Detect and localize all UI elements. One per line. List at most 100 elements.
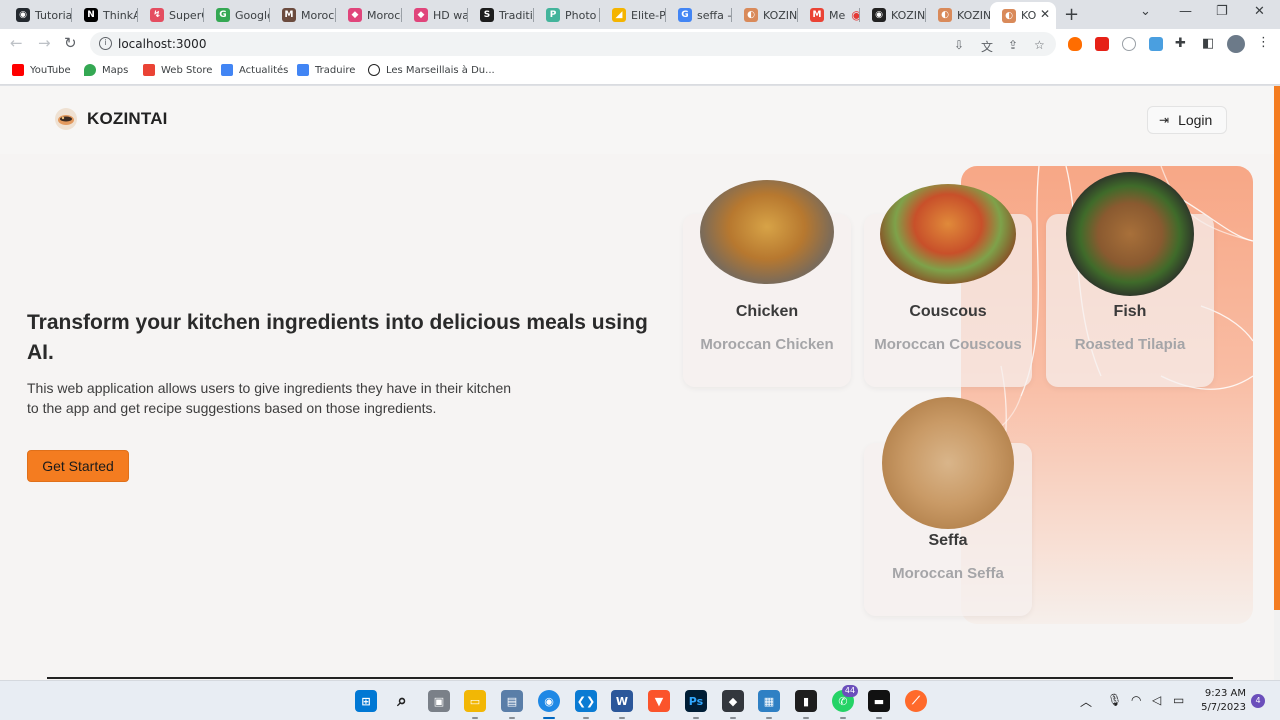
tray-overflow-icon[interactable]: ︿ (1080, 693, 1092, 710)
recipe-card-seffa[interactable]: Seffa Moroccan Seffa (864, 397, 1032, 616)
forward-icon[interactable]: → (38, 34, 51, 52)
web-store-icon (143, 64, 155, 76)
page-icon: P (546, 8, 560, 22)
recipe-dish: Moroccan Chicken (700, 336, 834, 353)
system-clock[interactable]: 9:23 AM 5/7/2023 (1196, 687, 1246, 715)
brave-icon[interactable]: ▼ (648, 690, 670, 712)
extension-icon[interactable] (1149, 37, 1163, 51)
chrome-icon[interactable]: ◉ (538, 690, 560, 712)
page-icon: ◆ (348, 8, 362, 22)
tab-label: KO (1021, 9, 1037, 22)
extension-icon[interactable] (1122, 37, 1136, 51)
bookmark-traduire[interactable]: Traduire (297, 64, 355, 76)
postman-icon[interactable]: ⟋ (905, 690, 927, 712)
photos-app-icon[interactable]: ▤ (501, 690, 523, 712)
tab-label: Me (829, 8, 846, 22)
bookmarks-bar: YouTube Maps Web Store Actualités Tradui… (0, 59, 1280, 85)
search-icon[interactable]: ⌕ (391, 690, 413, 712)
tab[interactable]: ◉ KOZINT (860, 4, 926, 26)
bookmark-actualites[interactable]: Actualités (221, 64, 288, 76)
login-label: Login (1178, 112, 1213, 128)
tab[interactable]: M Morocc (270, 4, 336, 26)
page-icon: M (282, 8, 296, 22)
tab[interactable]: ◢ Elite-Pr (600, 4, 666, 26)
page-scrollbar[interactable] (1274, 86, 1280, 680)
tab-search-icon[interactable]: ⌄ (1140, 4, 1151, 19)
address-bar[interactable]: i localhost:3000 ⇩ 文 ⇪ ☆ (90, 32, 1056, 56)
bookmark-label: YouTube (30, 64, 71, 76)
volume-icon[interactable]: ◁ (1152, 693, 1161, 707)
translate-icon (297, 64, 309, 76)
recipe-card-fish[interactable]: Fish Roasted Tilapia (1046, 172, 1214, 387)
tab[interactable]: N ThinkA (72, 4, 138, 26)
minimize-icon[interactable]: — (1179, 4, 1192, 19)
page-icon: S (480, 8, 494, 22)
extension-icon[interactable] (1068, 37, 1082, 51)
back-icon[interactable]: ← (10, 34, 23, 52)
maximize-icon[interactable]: ❐ (1216, 4, 1228, 19)
site-info-icon[interactable]: i (99, 37, 112, 50)
tab[interactable]: ↯ SuperC (138, 4, 204, 26)
tab[interactable]: ◉ Tutoria (4, 4, 72, 26)
youtube-extension-icon[interactable] (1095, 37, 1109, 51)
profile-avatar[interactable] (1227, 35, 1245, 53)
tab[interactable]: P Photo c (534, 4, 600, 26)
get-started-button[interactable]: Get Started (27, 450, 129, 482)
scrollbar-thumb[interactable] (1274, 86, 1280, 610)
tab[interactable]: S Traditio (468, 4, 534, 26)
translate-icon[interactable]: 文 (981, 38, 993, 55)
login-button[interactable]: ⇥ Login (1147, 106, 1227, 134)
hero-title: Transform your kitchen ingredients into … (27, 311, 648, 364)
brand-name[interactable]: KOZINTAI (87, 109, 168, 129)
recipe-card-couscous[interactable]: Couscous Moroccan Couscous (864, 184, 1032, 387)
chicken-dish-image (700, 180, 834, 284)
extensions-puzzle-icon[interactable]: ✚ (1175, 36, 1186, 51)
vscode-icon[interactable]: ❮❯ (575, 690, 597, 712)
tab-label: KOZINT (891, 8, 926, 22)
close-window-icon[interactable]: ✕ (1254, 4, 1265, 19)
photoshop-icon[interactable]: Ps (685, 690, 707, 712)
tab-active[interactable]: ◐ KO ✕ (990, 2, 1056, 29)
bookmark-label: Web Store (161, 64, 213, 76)
microphone-icon[interactable]: 🎙 (1107, 693, 1122, 707)
tab[interactable]: M Me ◉ (798, 4, 860, 26)
tab[interactable]: ◐ KOZINT (926, 4, 990, 26)
bookmark-label: Actualités (239, 64, 289, 76)
windows-start-icon[interactable]: ⊞ (355, 690, 377, 712)
command-prompt-icon[interactable]: ▬ (868, 690, 890, 712)
tab-label: Traditio (499, 8, 534, 22)
tab[interactable]: ◐ KOZINT (732, 4, 798, 26)
bookmark-youtube[interactable]: YouTube (12, 64, 71, 76)
word-icon[interactable]: W (611, 690, 633, 712)
recipe-name: Seffa (928, 532, 968, 549)
url-text[interactable]: localhost:3000 (118, 37, 206, 51)
recipe-card-chicken[interactable]: Chicken Moroccan Chicken (683, 180, 851, 387)
tab[interactable]: ◆ Morocc (336, 4, 402, 26)
new-tab-button[interactable]: + (1064, 4, 1079, 25)
logo-icon[interactable] (55, 108, 77, 130)
install-icon[interactable]: ⇩ (954, 38, 964, 52)
screen-app-icon[interactable]: ▦ (758, 690, 780, 712)
close-tab-icon[interactable]: ✕ (1040, 7, 1050, 21)
notification-badge[interactable]: 4 (1251, 694, 1265, 708)
file-explorer-icon[interactable]: ▭ (464, 690, 486, 712)
bookmark-star-icon[interactable]: ☆ (1034, 38, 1045, 52)
menu-icon[interactable]: ⋮ (1257, 35, 1270, 50)
side-panel-icon[interactable]: ◧ (1202, 36, 1214, 51)
tab[interactable]: G Google (204, 4, 270, 26)
bookmark-web-store[interactable]: Web Store (143, 64, 212, 76)
tab-label: Morocc (367, 8, 402, 22)
wifi-icon[interactable]: ◠ (1131, 693, 1141, 707)
terminal-icon[interactable]: ▮ (795, 690, 817, 712)
share-icon[interactable]: ⇪ (1008, 38, 1018, 52)
recipe-dish: Moroccan Couscous (874, 336, 1022, 353)
tab-label: Photo c (565, 8, 600, 22)
tab[interactable]: G seffa – (666, 4, 732, 26)
reload-icon[interactable]: ↻ (64, 34, 77, 52)
bookmark-maps[interactable]: Maps (84, 64, 128, 76)
battery-icon[interactable]: ▭ (1173, 693, 1184, 707)
dev-tool-icon[interactable]: ◆ (722, 690, 744, 712)
task-view-icon[interactable]: ▣ (428, 690, 450, 712)
bookmark-marseillais[interactable]: Les Marseillais à Du... (368, 64, 495, 76)
tab[interactable]: ◆ HD wal (402, 4, 468, 26)
